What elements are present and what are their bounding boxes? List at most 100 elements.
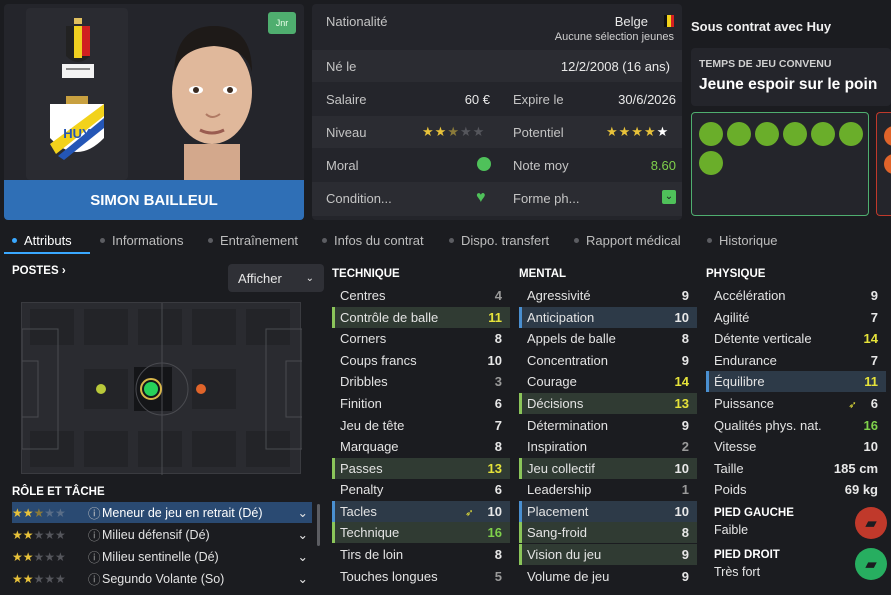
average-rating-value: 8.60 xyxy=(650,158,676,173)
role-duty-header: RÔLE ET TÂCHE xyxy=(12,486,105,498)
attr-row[interactable]: Jeu de tête 7 xyxy=(332,415,510,436)
salary-label: Salaire xyxy=(326,91,367,107)
role-row-2[interactable]: ★★★★★ ⓘ Milieu défensif (Dé) ⌄ xyxy=(12,524,312,545)
tab-information[interactable]: Informations xyxy=(100,233,184,248)
attr-row[interactable]: Coups francs 10 xyxy=(332,350,510,371)
right-foot-label: PIED DROIT xyxy=(714,549,780,561)
info-icon[interactable]: ⓘ xyxy=(88,503,102,522)
attr-row[interactable]: Courage 14 xyxy=(519,371,697,392)
attr-row[interactable]: Leadership 1 xyxy=(519,479,697,500)
chevron-down-icon[interactable]: ⌄ xyxy=(298,549,312,564)
info-icon[interactable]: ⓘ xyxy=(88,547,102,566)
left-foot-boot-icon: ▰ xyxy=(855,507,887,539)
form-check-icon: ⌄ xyxy=(662,190,676,204)
attr-row[interactable]: Penalty 6 xyxy=(332,479,510,500)
attr-row[interactable]: Volume de jeu 9 xyxy=(519,566,697,587)
attr-row[interactable]: Touches longues 5 xyxy=(332,566,510,587)
role-row-3[interactable]: ★★★★★ ⓘ Milieu sentinelle (Dé) ⌄ xyxy=(12,546,312,567)
attr-row[interactable]: Tacles ➶ 10 xyxy=(332,501,510,522)
trait-icon-1[interactable] xyxy=(699,122,723,146)
attr-row[interactable]: Placement 10 xyxy=(519,501,697,522)
show-dropdown[interactable]: Afficher ⌄ xyxy=(228,264,324,292)
tab-history[interactable]: Historique xyxy=(707,233,778,248)
attr-row[interactable]: Agilité 7 xyxy=(706,307,886,328)
tab-transfer-status[interactable]: Dispo. transfert xyxy=(449,233,549,248)
huy-club-crest-icon: HUY xyxy=(50,96,104,160)
attr-row[interactable]: Appels de balle 8 xyxy=(519,328,697,349)
attr-row[interactable]: Centres 4 xyxy=(332,285,510,306)
attr-row[interactable]: Vision du jeu 9 xyxy=(519,544,697,565)
attr-row[interactable]: Vitesse 10 xyxy=(706,436,886,457)
attr-row[interactable]: Jeu collectif 10 xyxy=(519,458,697,479)
roles-scrollbar[interactable] xyxy=(317,504,320,546)
attr-row[interactable]: Corners 8 xyxy=(332,328,510,349)
role-stars: ★★★★★ xyxy=(12,571,66,586)
youth-caps-note: Aucune sélection jeunes xyxy=(554,31,674,43)
attr-row[interactable]: Puissance ➶ 6 xyxy=(706,393,886,414)
potential-label: Potentiel xyxy=(513,124,564,140)
physique-header: PHYSIQUE xyxy=(706,268,766,280)
trait-pitch-icon[interactable] xyxy=(699,151,723,175)
chevron-down-icon[interactable]: ⌄ xyxy=(298,571,312,586)
nationality-value: Belge xyxy=(614,14,648,29)
left-foot-value: Faible xyxy=(714,523,749,537)
role-label: Milieu défensif (Dé) xyxy=(102,527,210,542)
active-tab-indicator xyxy=(4,252,90,254)
tab-training[interactable]: Entraînement xyxy=(208,233,298,248)
attr-row[interactable]: Tirs de loin 8 xyxy=(332,544,510,565)
crest-panel: HUY xyxy=(26,8,128,180)
nationality-label: Nationalité xyxy=(326,13,388,29)
mental-header: MENTAL xyxy=(519,268,567,280)
tab-medical-report[interactable]: Rapport médical xyxy=(574,233,681,248)
tab-attributes[interactable]: Attributs xyxy=(12,233,72,248)
role-label: Milieu sentinelle (Dé) xyxy=(102,549,219,564)
attr-row[interactable]: Décisions 13 xyxy=(519,393,697,414)
player-info-panel: Nationalité Belge Aucune sélection jeune… xyxy=(312,4,682,220)
chevron-down-icon[interactable]: ⌄ xyxy=(298,527,312,542)
attr-row[interactable]: Technique 16 xyxy=(332,522,510,543)
attr-row[interactable]: Détente verticale 14 xyxy=(706,328,886,349)
attr-row[interactable]: Passes 13 xyxy=(332,458,510,479)
attr-row[interactable]: Équilibre 11 xyxy=(706,371,886,392)
trait-flask-icon[interactable] xyxy=(727,122,751,146)
trait-trend-icon[interactable] xyxy=(783,122,807,146)
trait-handshake-icon[interactable] xyxy=(839,122,863,146)
show-dropdown-label: Afficher xyxy=(238,270,282,286)
birth-date-value: 12/2/2008 (16 ans) xyxy=(560,59,670,74)
chevron-down-icon[interactable]: ⌄ xyxy=(298,505,312,520)
info-icon[interactable]: ⓘ xyxy=(88,525,102,544)
player-profile-card: HUY Jnr SIMON BAILLEUL xyxy=(4,4,304,220)
attr-row[interactable]: Marquage 8 xyxy=(332,436,510,457)
belgium-crest-icon xyxy=(62,18,94,78)
attr-row: Poids 69 kg xyxy=(714,482,878,497)
trait-icons-row xyxy=(699,122,863,146)
attr-row[interactable]: Contrôle de balle 11 xyxy=(332,307,510,328)
attr-row[interactable]: Anticipation 10 xyxy=(519,307,697,328)
left-foot-label: PIED GAUCHE xyxy=(714,507,794,519)
technique-header: TECHNIQUE xyxy=(332,268,400,280)
attr-row[interactable]: Endurance 7 xyxy=(706,350,886,371)
positions-header[interactable]: POSTES › xyxy=(12,265,66,277)
attr-row[interactable]: Détermination 9 xyxy=(519,415,697,436)
attr-row[interactable]: Dribbles 3 xyxy=(332,371,510,392)
average-rating-label: Note moy xyxy=(513,157,569,173)
role-row-1[interactable]: ★★★★★ ⓘ Meneur de jeu en retrait (Dé) ⌄ xyxy=(12,502,312,523)
playing-time-value[interactable]: Jeune espoir sur le poin xyxy=(699,76,891,94)
info-icon[interactable]: ⓘ xyxy=(88,569,102,588)
attr-row[interactable]: Sang-froid 8 xyxy=(519,522,697,543)
attr-row[interactable]: Agressivité 9 xyxy=(519,285,697,306)
attr-row[interactable]: Concentration 9 xyxy=(519,350,697,371)
attr-row[interactable]: Finition 6 xyxy=(332,393,510,414)
tab-contract-info[interactable]: Infos du contrat xyxy=(322,233,424,248)
trait-bandage-icon[interactable] xyxy=(811,122,835,146)
positions-pitch xyxy=(21,302,302,475)
salary-value: 60 € xyxy=(464,92,490,107)
role-row-4[interactable]: ★★★★★ ⓘ Segundo Volante (So) ⌄ xyxy=(12,568,312,589)
morale-icon xyxy=(477,157,491,171)
attr-row[interactable]: Inspiration 2 xyxy=(519,436,697,457)
trait-wrench-icon[interactable] xyxy=(755,122,779,146)
junior-badge: Jnr xyxy=(268,12,296,34)
potential-stars: ★★★★★ xyxy=(606,124,670,139)
attr-row[interactable]: Qualités phys. nat. 16 xyxy=(706,415,886,436)
attr-row[interactable]: Accélération 9 xyxy=(706,285,886,306)
